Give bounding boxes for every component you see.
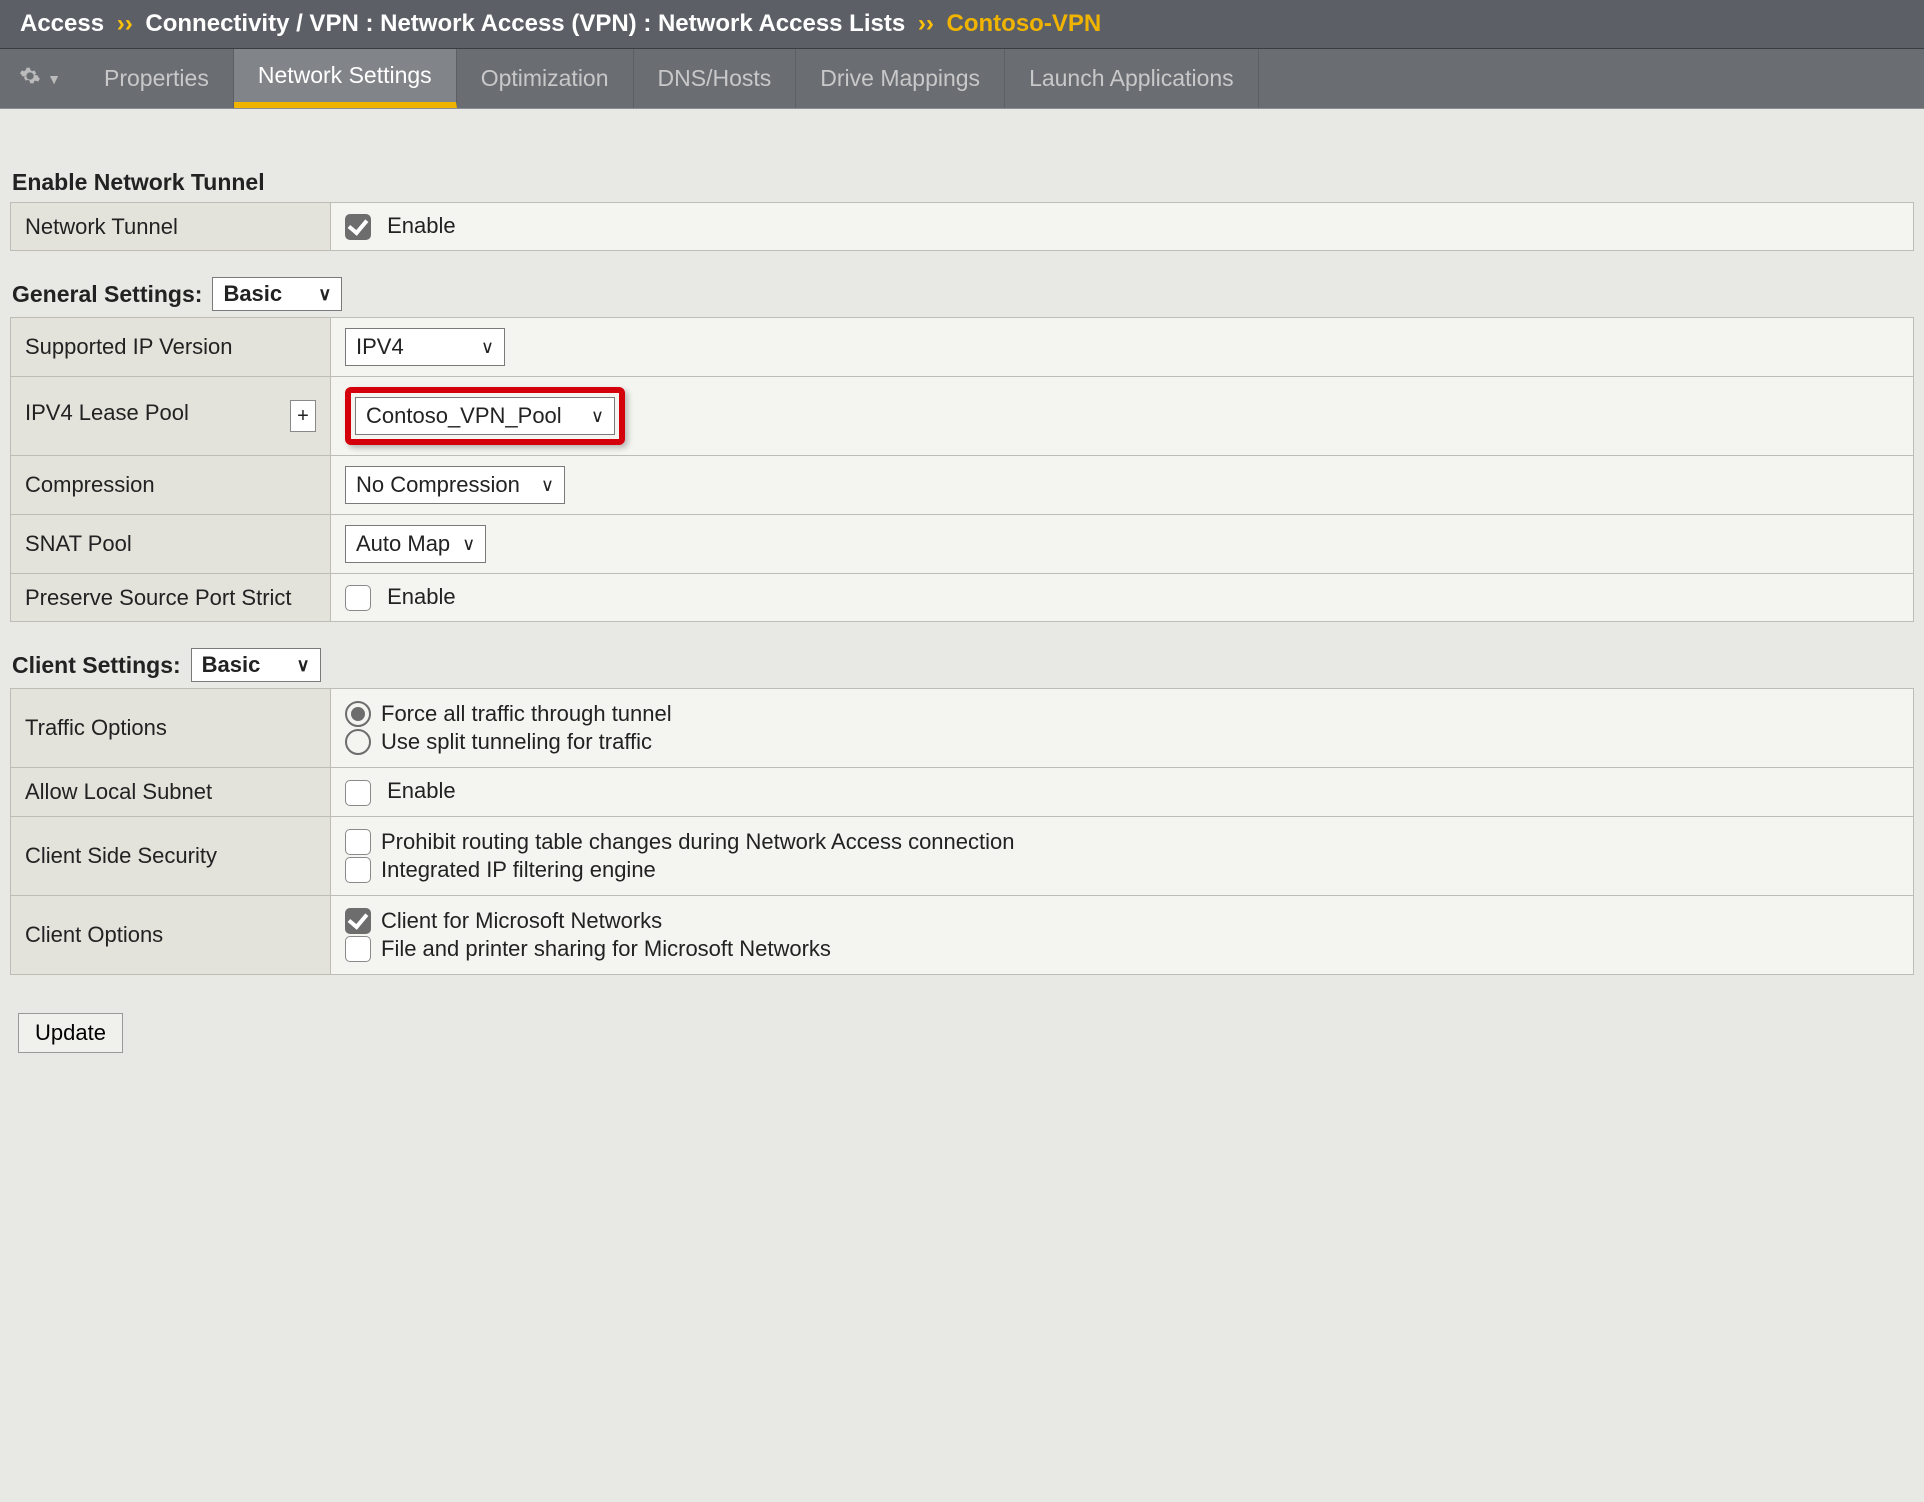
file-printer-sharing-checkbox[interactable] [345, 936, 371, 962]
ip-version-label: Supported IP Version [11, 318, 331, 377]
lease-pool-add-button[interactable]: + [290, 400, 316, 432]
lease-pool-select[interactable]: Contoso_VPN_Pool ∨ [355, 397, 615, 435]
tab-drive-mappings[interactable]: Drive Mappings [796, 49, 1005, 108]
chevron-down-icon: ∨ [296, 655, 309, 676]
preserve-port-label: Preserve Source Port Strict [11, 574, 331, 622]
gear-icon [19, 65, 41, 93]
compression-label: Compression [11, 456, 331, 515]
compression-select[interactable]: No Compression ∨ [345, 466, 565, 504]
snat-label: SNAT Pool [11, 515, 331, 574]
traffic-options-label: Traffic Options [11, 689, 331, 768]
client-mode-select[interactable]: Basic ∨ [191, 648, 321, 682]
breadcrumb-root[interactable]: Access [20, 10, 104, 37]
breadcrumb: Access ›› Connectivity / VPN : Network A… [0, 0, 1924, 49]
section-client-title: Client Settings: Basic ∨ [12, 648, 1914, 682]
lease-pool-label: IPV4 Lease Pool + [11, 377, 331, 456]
snat-select[interactable]: Auto Map ∨ [345, 525, 486, 563]
traffic-split-radio[interactable] [345, 729, 371, 755]
allow-local-checkbox[interactable] [345, 780, 371, 806]
preserve-port-enable-text: Enable [387, 584, 456, 609]
network-tunnel-checkbox[interactable] [345, 214, 371, 240]
client-options-label: Client Options [11, 895, 331, 974]
chevron-down-icon: ∨ [481, 337, 494, 358]
general-mode-select[interactable]: Basic ∨ [212, 277, 342, 311]
update-button[interactable]: Update [18, 1013, 123, 1053]
enable-tunnel-table: Network Tunnel Enable [10, 202, 1914, 251]
chevron-down-icon: ∨ [591, 406, 604, 427]
preserve-port-checkbox[interactable] [345, 585, 371, 611]
client-security-label: Client Side Security [11, 816, 331, 895]
breadcrumb-current: Contoso-VPN [947, 10, 1102, 37]
tab-launch-applications[interactable]: Launch Applications [1005, 49, 1259, 108]
breadcrumb-path[interactable]: Connectivity / VPN : Network Access (VPN… [145, 10, 905, 37]
network-tunnel-label: Network Tunnel [11, 203, 331, 251]
ip-filtering-checkbox[interactable] [345, 857, 371, 883]
lease-pool-highlight: Contoso_VPN_Pool ∨ [345, 387, 625, 445]
section-enable-tunnel-title: Enable Network Tunnel [12, 169, 1914, 196]
network-tunnel-enable-text: Enable [387, 213, 456, 238]
tab-properties[interactable]: Properties [80, 49, 234, 108]
ip-version-select[interactable]: IPV4 ∨ [345, 328, 505, 366]
client-settings-table: Traffic Options Force all traffic throug… [10, 688, 1914, 974]
tab-bar: ▼ Properties Network Settings Optimizati… [0, 49, 1924, 109]
section-general-title: General Settings: Basic ∨ [12, 277, 1914, 311]
tab-network-settings[interactable]: Network Settings [234, 49, 457, 108]
ms-networks-client-checkbox[interactable] [345, 908, 371, 934]
gear-menu[interactable]: ▼ [0, 49, 80, 108]
tab-optimization[interactable]: Optimization [457, 49, 634, 108]
traffic-force-all-radio[interactable] [345, 701, 371, 727]
chevron-down-icon: ∨ [462, 534, 475, 555]
chevron-down-icon: ▼ [47, 71, 61, 87]
prohibit-routing-checkbox[interactable] [345, 829, 371, 855]
chevron-down-icon: ∨ [318, 284, 331, 305]
general-settings-table: Supported IP Version IPV4 ∨ IPV4 Lease P… [10, 317, 1914, 622]
breadcrumb-sep-1: ›› [117, 10, 133, 37]
chevron-down-icon: ∨ [541, 475, 554, 496]
breadcrumb-sep-2: ›› [918, 10, 934, 37]
allow-local-label: Allow Local Subnet [11, 768, 331, 816]
tab-dns-hosts[interactable]: DNS/Hosts [634, 49, 797, 108]
